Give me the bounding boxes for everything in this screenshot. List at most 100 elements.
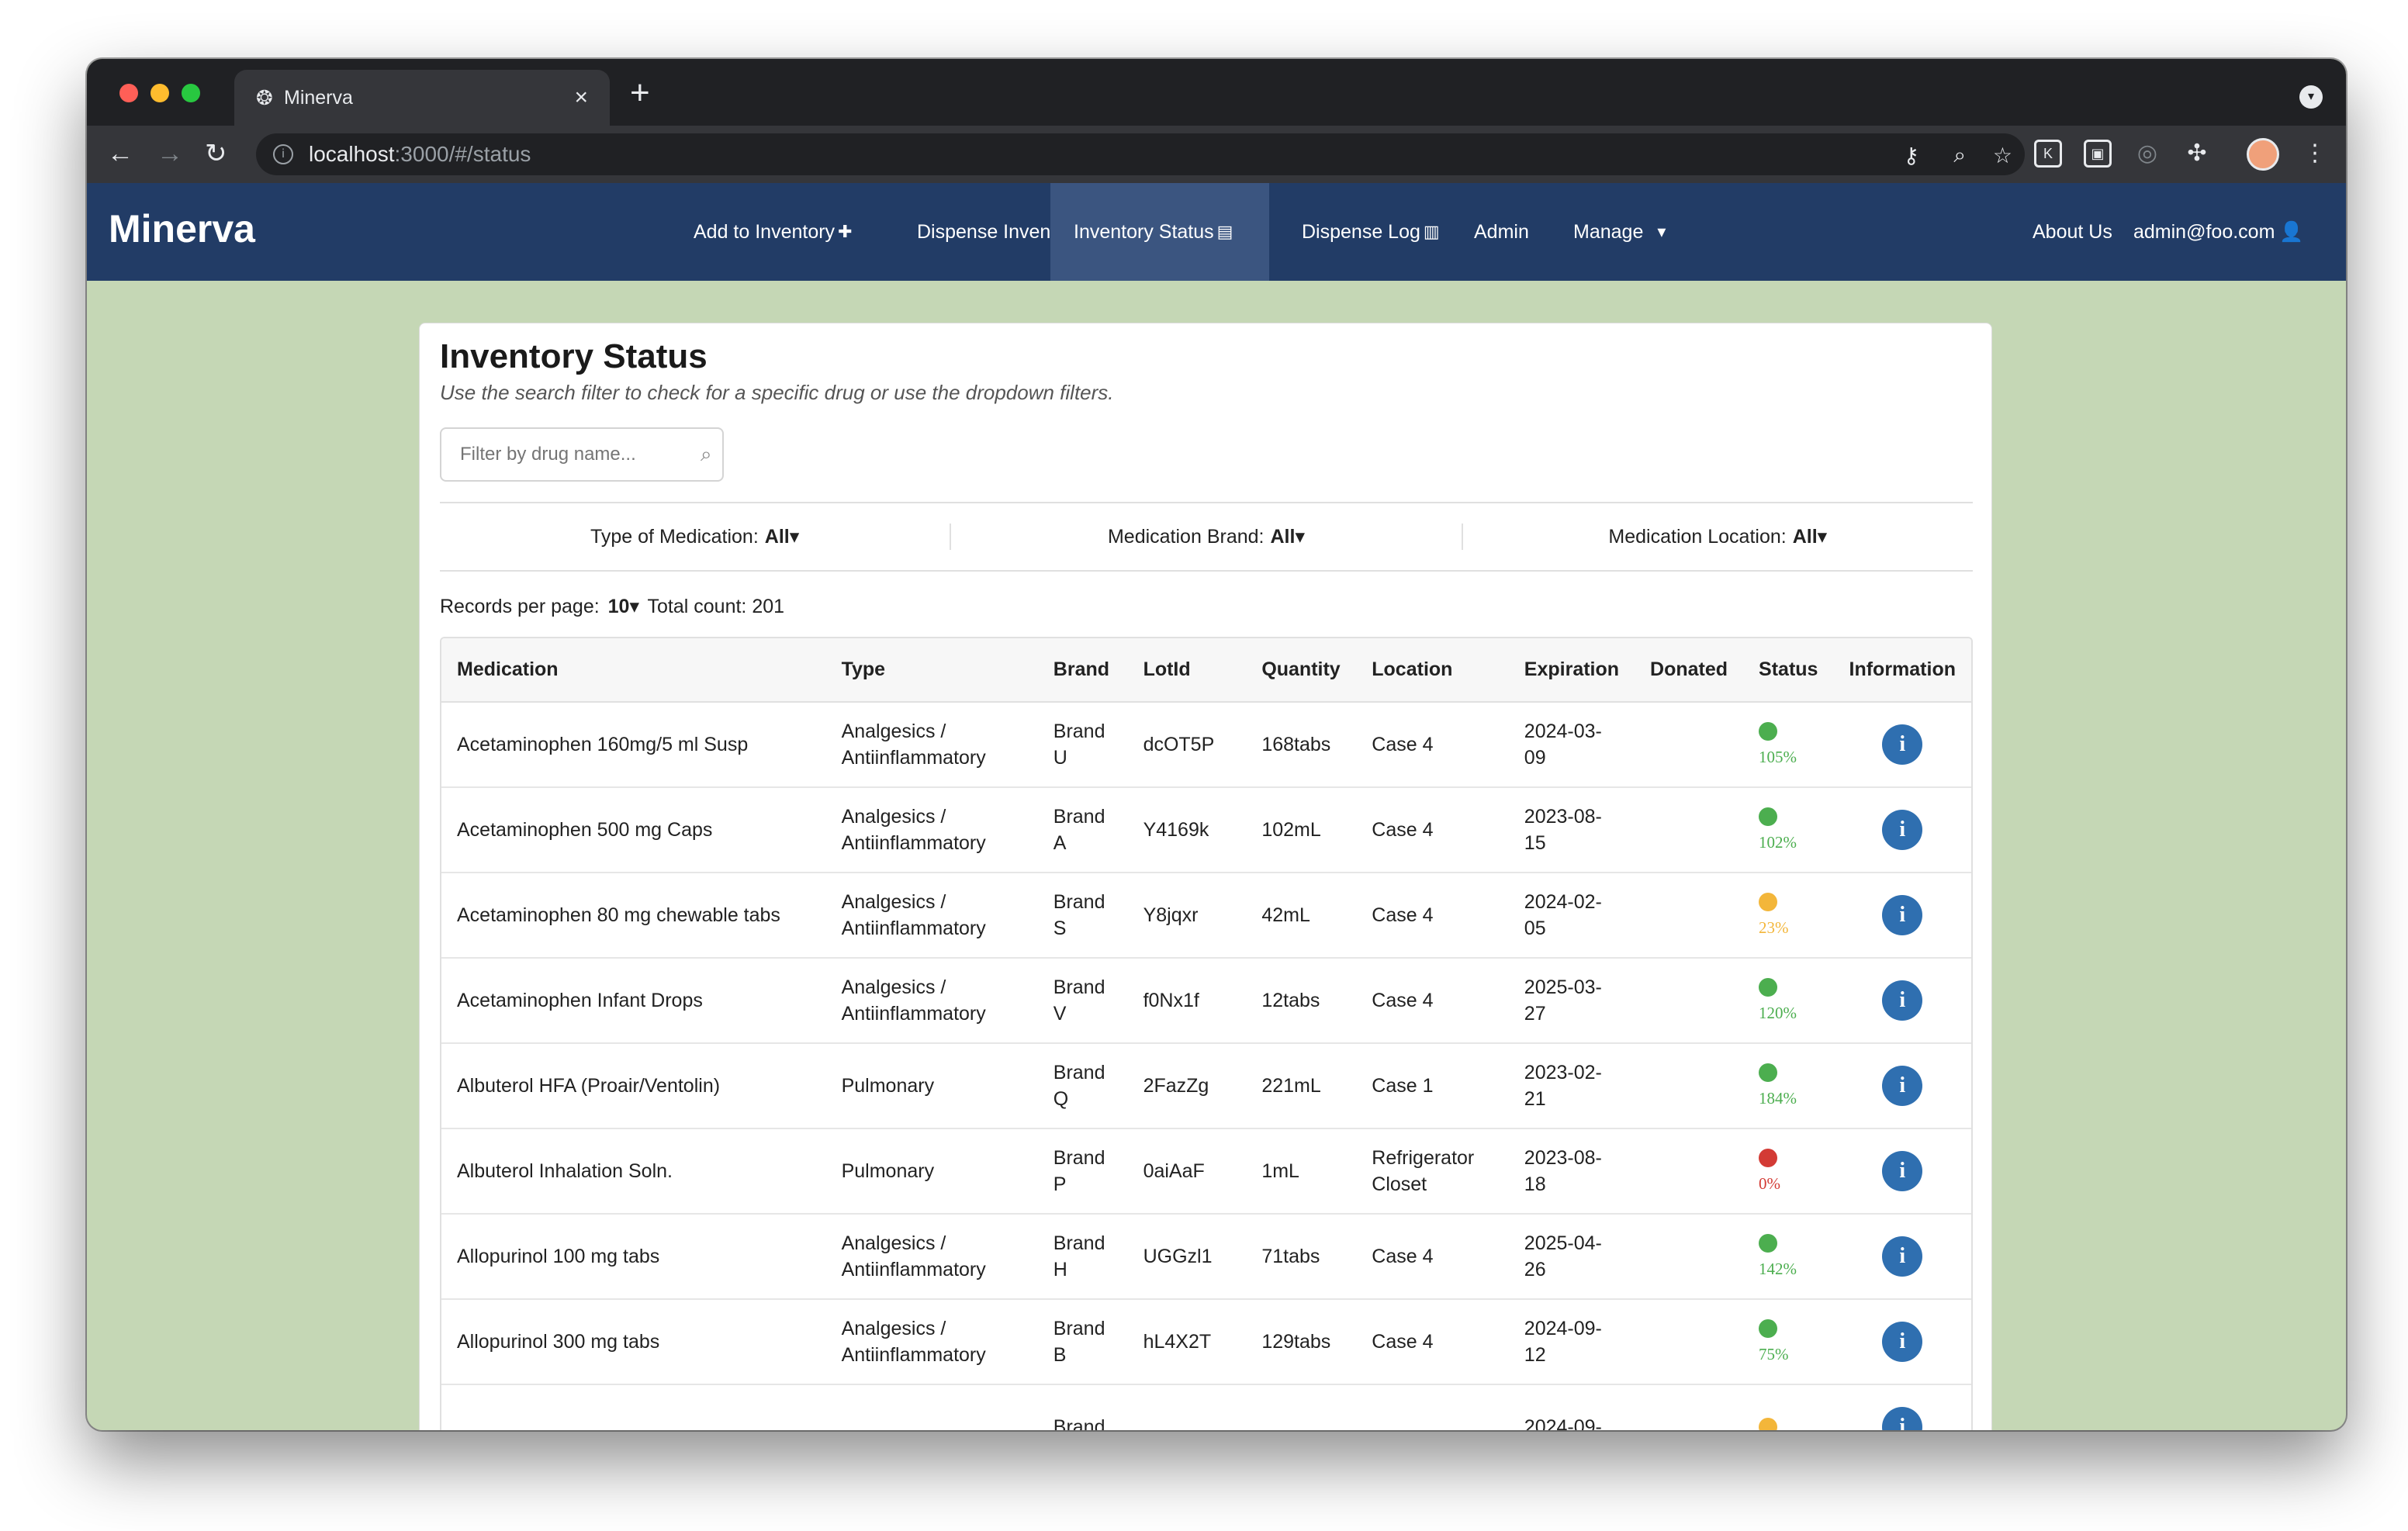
filter-value: All (764, 525, 790, 548)
nav-add-to-inventory[interactable]: Add to Inventory ✚ (670, 183, 876, 281)
status-dot-icon (1759, 978, 1778, 997)
donated-cell (1635, 873, 1744, 959)
search-input[interactable] (460, 444, 701, 465)
brand-cell: Brand S (1037, 873, 1128, 959)
lotid-cell: Y4169k (1127, 787, 1247, 873)
drug-filter-search[interactable]: ⌕ (440, 427, 724, 482)
minerva-icon: ❂ (256, 85, 273, 109)
url-path: :3000/#/status (394, 142, 531, 166)
nav-label: Dispense Log (1302, 220, 1420, 243)
status-dot-icon (1759, 1234, 1778, 1253)
column-header-donated: Donated (1635, 638, 1744, 703)
info-button-icon[interactable]: i (1882, 980, 1923, 1021)
key-icon[interactable]: ⚷ (1903, 143, 1919, 168)
table-row: Acetaminophen 160mg/5 ml Susp Analgesics … (441, 702, 1971, 788)
forward-icon[interactable]: → (157, 137, 183, 171)
puzzle-icon[interactable]: ✣ (2183, 140, 2211, 168)
nav-dispense-log[interactable]: Dispense Log ▥ (1278, 183, 1463, 281)
location-cell: Case 4 (1356, 1299, 1509, 1385)
maximize-window-button[interactable] (182, 84, 200, 102)
brand-filter-dropdown[interactable]: Medication Brand: All ▾ (951, 503, 1461, 570)
status-dot-icon (1759, 807, 1778, 826)
info-button-icon[interactable]: i (1882, 810, 1923, 850)
brand-cell: Brand H (1037, 1214, 1128, 1300)
user-email: admin@foo.com (2133, 220, 2275, 243)
brand-cell: Brand B (1037, 1299, 1128, 1385)
zoom-icon[interactable]: ⌕ (1953, 143, 1966, 168)
nav-admin[interactable]: Admin (1451, 183, 1552, 281)
information-cell: i (1833, 958, 1971, 1044)
quantity-cell: 42mL (1246, 873, 1357, 959)
records-value: 10 (607, 596, 630, 617)
profile-avatar[interactable] (2247, 138, 2279, 171)
location-cell: Case 4 (1356, 873, 1509, 959)
extension-icon[interactable]: K (2034, 140, 2062, 168)
nav-about-us[interactable]: About Us (2033, 183, 2112, 281)
circle-extension-icon[interactable]: ◎ (2133, 140, 2161, 168)
lotid-cell: UGGzl1 (1127, 1214, 1247, 1300)
info-button-icon[interactable]: i (1882, 1066, 1923, 1106)
minimize-window-button[interactable] (150, 84, 169, 102)
site-info-icon[interactable]: i (273, 144, 293, 164)
kebab-menu-icon[interactable]: ⋮ (2301, 140, 2329, 168)
donated-cell (1635, 1043, 1744, 1129)
quantity-cell: 129tabs (1246, 1299, 1357, 1385)
info-button-icon[interactable]: i (1882, 895, 1923, 935)
nav-label: Inventory Status (1074, 220, 1214, 243)
nav-inventory-status[interactable]: Inventory Status ▤ (1050, 183, 1269, 281)
quantity-cell (1246, 1384, 1357, 1430)
inventory-table: Medication Type Brand LotId Quantity Loc… (441, 638, 1971, 1430)
type-cell: Analgesics / Antiinflammatory (825, 1214, 1038, 1300)
status-cell: 75% (1743, 1299, 1834, 1385)
expiration-cell: 2023-02-21 (1508, 1043, 1635, 1129)
close-tab-icon[interactable]: × (574, 85, 588, 111)
table-row: Albuterol HFA (Proair/Ventolin) Pulmonary… (441, 1043, 1971, 1129)
tab-title: Minerva (284, 86, 353, 109)
location-cell: Case 4 (1356, 1214, 1509, 1300)
app-brand[interactable]: Minerva (109, 206, 255, 251)
status-cell: 102% (1743, 787, 1834, 873)
records-per-page: Records per page: 10▾ Total count: 201 (440, 595, 784, 618)
location-cell: Case 4 (1356, 787, 1509, 873)
back-icon[interactable]: ← (107, 137, 133, 171)
table-row: Acetaminophen 80 mg chewable tabs Analges… (441, 873, 1971, 959)
info-button-icon[interactable]: i (1882, 1407, 1923, 1430)
info-button-icon[interactable]: i (1882, 1322, 1923, 1362)
nav-user-account[interactable]: admin@foo.com 👤 (2133, 183, 2304, 281)
reload-icon[interactable]: ↻ (205, 137, 227, 171)
quantity-cell: 168tabs (1246, 702, 1357, 788)
info-button-icon[interactable]: i (1882, 1236, 1923, 1277)
media-router-icon[interactable]: ▣ (2084, 140, 2112, 168)
type-cell: Analgesics / Antiinflammatory (825, 787, 1038, 873)
tab-search-icon[interactable]: ▾ (2299, 85, 2323, 109)
info-button-icon[interactable]: i (1882, 1151, 1923, 1191)
table-row: Allopurinol 300 mg tabs Analgesics / Anti… (441, 1299, 1971, 1385)
type-cell: Pulmonary (825, 1128, 1038, 1215)
close-window-button[interactable] (119, 84, 138, 102)
lotid-cell (1127, 1384, 1247, 1430)
table-row: Allopurinol 100 mg tabs Analgesics / Anti… (441, 1214, 1971, 1300)
address-bar[interactable]: i localhost:3000/#/status ⚷ ⌕ ☆ (256, 133, 2025, 175)
location-filter-dropdown[interactable]: Medication Location: All ▾ (1463, 503, 1973, 570)
table-icon: ▤ (1216, 222, 1233, 241)
bookmark-star-icon[interactable]: ☆ (1993, 143, 2012, 168)
information-cell: i (1833, 787, 1971, 873)
stock-percentage: 142% (1759, 1260, 1797, 1278)
total-count: Total count: 201 (647, 596, 785, 617)
stock-percentage: 105% (1759, 748, 1797, 766)
status-dot-icon (1759, 1149, 1778, 1167)
nav-manage-dropdown[interactable]: Manage ▾ (1550, 183, 1689, 281)
brand-cell: Brand (1037, 1384, 1128, 1430)
stock-percentage: 0% (1759, 1174, 1781, 1193)
records-per-page-select[interactable]: 10▾ (608, 596, 639, 617)
status-cell (1743, 1384, 1834, 1430)
info-button-icon[interactable]: i (1882, 724, 1923, 765)
nav-label: Manage (1573, 220, 1644, 243)
type-cell: Analgesics / Antiinflammatory (825, 1299, 1038, 1385)
type-filter-dropdown[interactable]: Type of Medication: All ▾ (440, 503, 950, 570)
medication-cell: Allopurinol 300 mg tabs (441, 1299, 826, 1385)
type-cell: Analgesics / Antiinflammatory (825, 702, 1038, 788)
caret-down-icon: ▾ (1657, 222, 1666, 241)
browser-tab[interactable]: ❂ Minerva × (234, 70, 610, 126)
new-tab-icon[interactable]: + (630, 74, 650, 112)
